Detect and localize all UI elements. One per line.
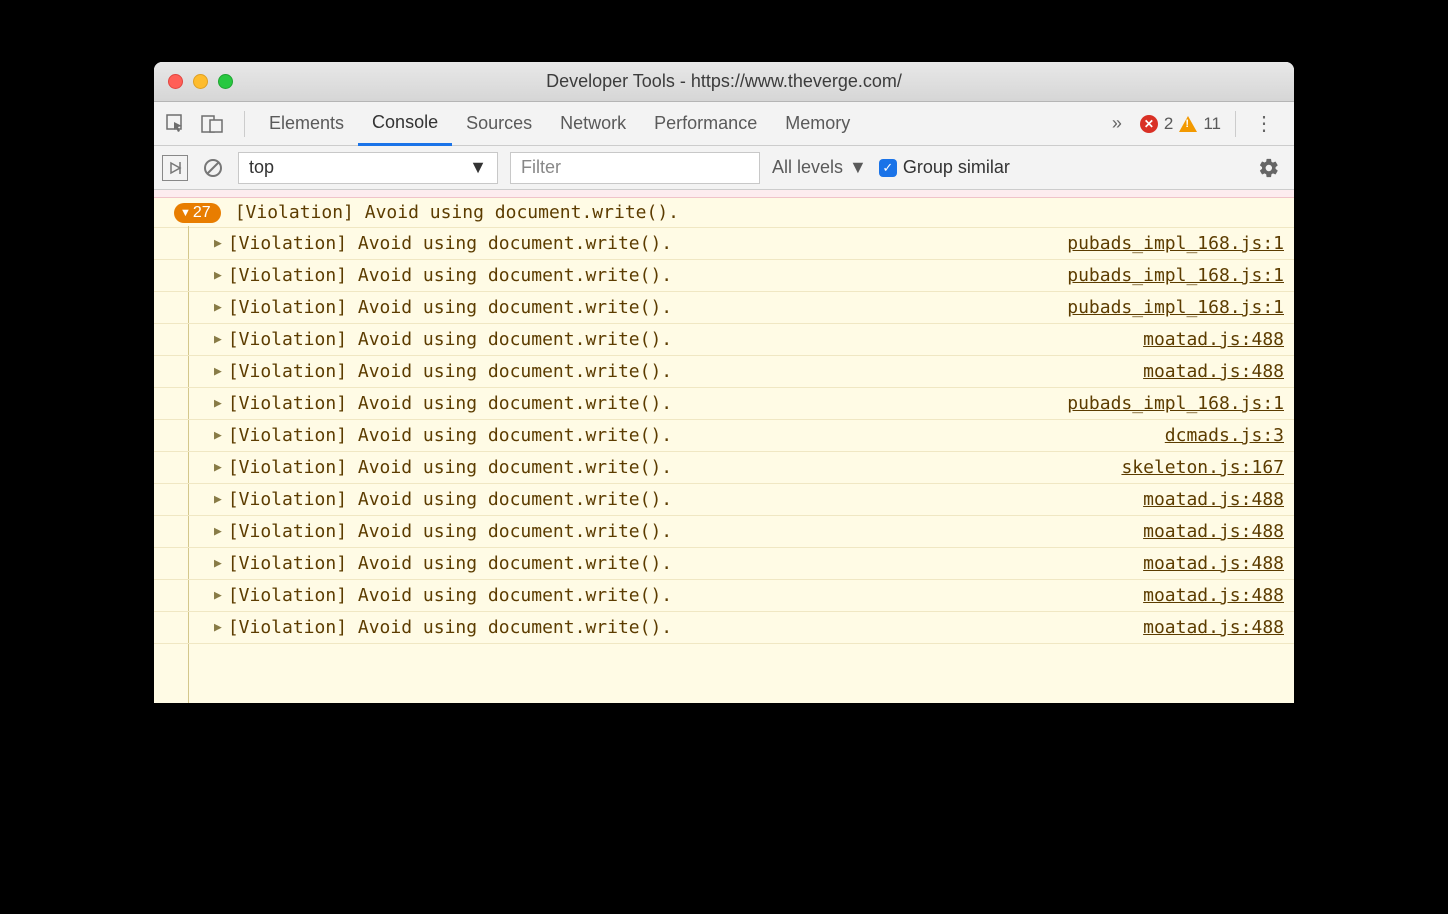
disclosure-triangle-icon[interactable]: ▶ — [214, 268, 222, 283]
log-source-link[interactable]: pubads_impl_168.js:1 — [1067, 393, 1284, 414]
tab-console[interactable]: Console — [358, 102, 452, 146]
group-similar-label: Group similar — [903, 157, 1010, 178]
log-source-link[interactable]: moatad.js:488 — [1143, 617, 1284, 638]
context-value: top — [249, 157, 274, 178]
tab-elements[interactable]: Elements — [255, 102, 358, 146]
separator — [1235, 111, 1236, 137]
disclosure-triangle-icon[interactable]: ▶ — [214, 556, 222, 571]
disclosure-triangle-icon[interactable]: ▶ — [214, 396, 222, 411]
console-toolbar: top ▼ All levels ▼ ✓ Group similar — [154, 146, 1294, 190]
disclosure-triangle-icon[interactable]: ▶ — [214, 492, 222, 507]
tab-performance[interactable]: Performance — [640, 102, 771, 146]
zoom-window-button[interactable] — [218, 74, 233, 89]
console-row[interactable]: ▶ [Violation] Avoid using document.write(… — [154, 324, 1294, 356]
log-message: [Violation] Avoid using document.write()… — [228, 265, 1067, 286]
settings-menu-button[interactable]: ⋮ — [1242, 111, 1286, 136]
log-message: [Violation] Avoid using document.write()… — [228, 585, 1143, 606]
traffic-lights — [168, 74, 233, 89]
filter-input[interactable] — [510, 152, 760, 184]
log-source-link[interactable]: moatad.js:488 — [1143, 585, 1284, 606]
disclosure-triangle-icon[interactable]: ▶ — [214, 620, 222, 635]
error-icon: ✕ — [1140, 115, 1158, 133]
clear-console-icon[interactable] — [200, 155, 226, 181]
error-stripe — [154, 190, 1294, 198]
console-row[interactable]: ▶ [Violation] Avoid using document.write(… — [154, 612, 1294, 644]
minimize-window-button[interactable] — [193, 74, 208, 89]
levels-label: All levels — [772, 157, 843, 178]
log-message: [Violation] Avoid using document.write()… — [228, 361, 1143, 382]
warning-count: 11 — [1203, 114, 1221, 134]
group-count-badge: ▼ 27 — [174, 203, 221, 223]
checkbox-checked-icon: ✓ — [879, 159, 897, 177]
log-source-link[interactable]: moatad.js:488 — [1143, 521, 1284, 542]
console-row[interactable]: ▶ [Violation] Avoid using document.write(… — [154, 356, 1294, 388]
log-source-link[interactable]: moatad.js:488 — [1143, 361, 1284, 382]
device-toolbar-icon[interactable] — [198, 110, 226, 138]
devtools-window: Developer Tools - https://www.theverge.c… — [154, 62, 1294, 703]
log-message: [Violation] Avoid using document.write()… — [228, 489, 1143, 510]
console-row[interactable]: ▶ [Violation] Avoid using document.write(… — [154, 516, 1294, 548]
log-source-link[interactable]: moatad.js:488 — [1143, 329, 1284, 350]
warning-icon — [1179, 116, 1197, 132]
log-message: [Violation] Avoid using document.write()… — [228, 329, 1143, 350]
execution-context-select[interactable]: top ▼ — [238, 152, 498, 184]
console-row[interactable]: ▶ [Violation] Avoid using document.write(… — [154, 420, 1294, 452]
error-count: 2 — [1164, 114, 1173, 134]
group-message: [Violation] Avoid using document.write()… — [235, 202, 1284, 223]
log-message: [Violation] Avoid using document.write()… — [228, 457, 1122, 478]
panel-tabs: ElementsConsoleSourcesNetworkPerformance… — [255, 102, 1102, 146]
disclosure-triangle-icon[interactable]: ▶ — [214, 524, 222, 539]
tab-network[interactable]: Network — [546, 102, 640, 146]
group-count-value: 27 — [193, 204, 211, 222]
toggle-sidebar-icon[interactable] — [162, 155, 188, 181]
group-similar-checkbox[interactable]: ✓ Group similar — [879, 157, 1010, 178]
console-row[interactable]: ▶ [Violation] Avoid using document.write(… — [154, 388, 1294, 420]
log-source-link[interactable]: pubads_impl_168.js:1 — [1067, 265, 1284, 286]
log-source-link[interactable]: pubads_impl_168.js:1 — [1067, 233, 1284, 254]
disclosure-triangle-icon[interactable]: ▶ — [214, 300, 222, 315]
console-output: ▼ 27 [Violation] Avoid using document.wr… — [154, 190, 1294, 703]
dropdown-arrow-icon: ▼ — [849, 157, 867, 178]
window-title: Developer Tools - https://www.theverge.c… — [154, 71, 1294, 92]
log-source-link[interactable]: dcmads.js:3 — [1165, 425, 1284, 446]
log-message: [Violation] Avoid using document.write()… — [228, 233, 1067, 254]
console-row[interactable]: ▶ [Violation] Avoid using document.write(… — [154, 292, 1294, 324]
console-row[interactable]: ▶ [Violation] Avoid using document.write(… — [154, 228, 1294, 260]
console-settings-icon[interactable] — [1252, 157, 1286, 179]
log-message: [Violation] Avoid using document.write()… — [228, 297, 1067, 318]
devtools-tabbar: ElementsConsoleSourcesNetworkPerformance… — [154, 102, 1294, 146]
log-message: [Violation] Avoid using document.write()… — [228, 521, 1143, 542]
disclosure-triangle-icon[interactable]: ▶ — [214, 332, 222, 347]
log-message: [Violation] Avoid using document.write()… — [228, 553, 1143, 574]
chevron-down-icon: ▼ — [180, 207, 191, 219]
log-message: [Violation] Avoid using document.write()… — [228, 617, 1143, 638]
log-source-link[interactable]: pubads_impl_168.js:1 — [1067, 297, 1284, 318]
console-row[interactable]: ▶ [Violation] Avoid using document.write(… — [154, 580, 1294, 612]
console-group-header[interactable]: ▼ 27 [Violation] Avoid using document.wr… — [154, 198, 1294, 228]
disclosure-triangle-icon[interactable]: ▶ — [214, 236, 222, 251]
disclosure-triangle-icon[interactable]: ▶ — [214, 588, 222, 603]
console-row[interactable]: ▶ [Violation] Avoid using document.write(… — [154, 452, 1294, 484]
log-message: [Violation] Avoid using document.write()… — [228, 425, 1165, 446]
titlebar: Developer Tools - https://www.theverge.c… — [154, 62, 1294, 102]
log-levels-select[interactable]: All levels ▼ — [772, 157, 867, 178]
console-row[interactable]: ▶ [Violation] Avoid using document.write(… — [154, 260, 1294, 292]
tab-sources[interactable]: Sources — [452, 102, 546, 146]
disclosure-triangle-icon[interactable]: ▶ — [214, 364, 222, 379]
disclosure-triangle-icon[interactable]: ▶ — [214, 460, 222, 475]
log-message: [Violation] Avoid using document.write()… — [228, 393, 1067, 414]
status-badges[interactable]: ✕ 2 11 — [1132, 114, 1229, 134]
log-source-link[interactable]: skeleton.js:167 — [1121, 457, 1284, 478]
tab-memory[interactable]: Memory — [771, 102, 864, 146]
console-row[interactable]: ▶ [Violation] Avoid using document.write(… — [154, 548, 1294, 580]
more-tabs-button[interactable]: » — [1102, 113, 1132, 134]
separator — [244, 111, 245, 137]
console-row[interactable]: ▶ [Violation] Avoid using document.write(… — [154, 484, 1294, 516]
disclosure-triangle-icon[interactable]: ▶ — [214, 428, 222, 443]
dropdown-arrow-icon: ▼ — [469, 157, 487, 178]
close-window-button[interactable] — [168, 74, 183, 89]
inspect-element-icon[interactable] — [162, 110, 190, 138]
log-source-link[interactable]: moatad.js:488 — [1143, 553, 1284, 574]
log-source-link[interactable]: moatad.js:488 — [1143, 489, 1284, 510]
